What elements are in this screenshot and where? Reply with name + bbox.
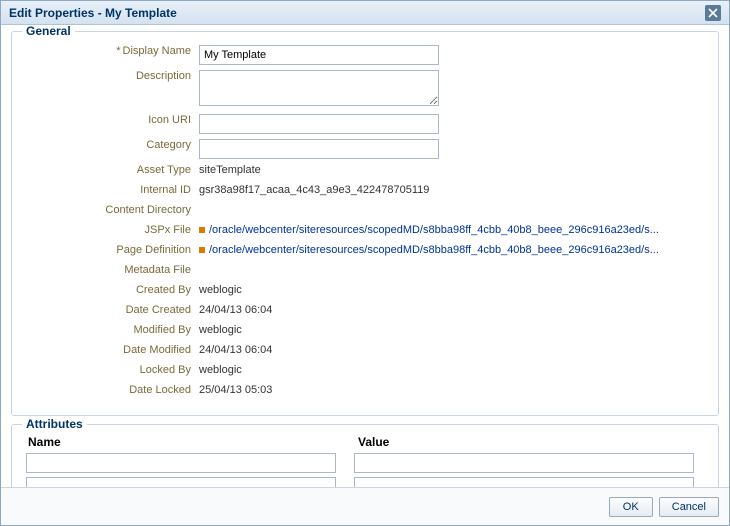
value-date-created: 24/04/13 06:04 [199,301,706,316]
close-icon[interactable] [705,5,721,21]
attribute-name-input[interactable] [26,453,336,473]
label-category: Category [24,136,199,151]
label-display-name: *Display Name [24,42,199,57]
label-description: Description [24,67,199,82]
value-internal-id: gsr38a98f17_acaa_4c43_a9e3_422478705119 [199,181,706,196]
general-legend: General [22,25,75,38]
label-icon-uri: Icon URI [24,111,199,126]
attributes-section: Attributes Name Value Add More [11,424,719,487]
attributes-header-name: Name [28,435,358,449]
category-input[interactable] [199,139,439,159]
value-locked-by: weblogic [199,361,706,376]
label-modified-by: Modified By [24,321,199,336]
display-name-input[interactable] [199,45,439,65]
label-jspx-file: JSPx File [24,221,199,236]
ok-button[interactable]: OK [609,497,653,517]
dialog-body: General *Display Name Description Icon U… [1,25,729,487]
row-locked-by: Locked By weblogic [24,361,706,379]
row-metadata-file: Metadata File [24,261,706,279]
cancel-button[interactable]: Cancel [659,497,719,517]
row-date-created: Date Created 24/04/13 06:04 [24,301,706,319]
attributes-legend: Attributes [22,417,87,431]
dialog-button-bar: OK Cancel [1,487,729,525]
attribute-value-input[interactable] [354,453,694,473]
icon-uri-input[interactable] [199,114,439,134]
label-content-directory: Content Directory [24,201,199,216]
page-definition-link[interactable]: /oracle/webcenter/siteresources/scopedMD… [209,244,659,256]
attributes-header-row: Name Value [24,435,706,449]
link-icon [199,227,205,233]
value-created-by: weblogic [199,281,706,296]
row-description: Description [24,67,706,109]
row-category: Category [24,136,706,159]
row-date-locked: Date Locked 25/04/13 05:03 [24,381,706,399]
row-display-name: *Display Name [24,42,706,65]
row-internal-id: Internal ID gsr38a98f17_acaa_4c43_a9e3_4… [24,181,706,199]
label-date-created: Date Created [24,301,199,316]
label-locked-by: Locked By [24,361,199,376]
value-date-locked: 25/04/13 05:03 [199,381,706,396]
row-created-by: Created By weblogic [24,281,706,299]
dialog-titlebar: Edit Properties - My Template [1,1,729,25]
description-input[interactable] [199,70,439,106]
attribute-row [24,477,706,487]
row-modified-by: Modified By weblogic [24,321,706,339]
label-internal-id: Internal ID [24,181,199,196]
label-page-definition: Page Definition [24,241,199,256]
jspx-file-link[interactable]: /oracle/webcenter/siteresources/scopedMD… [209,224,659,236]
link-icon [199,247,205,253]
value-date-modified: 24/04/13 06:04 [199,341,706,356]
general-section: General *Display Name Description Icon U… [11,31,719,416]
row-date-modified: Date Modified 24/04/13 06:04 [24,341,706,359]
label-created-by: Created By [24,281,199,296]
dialog-title: Edit Properties - My Template [9,6,177,20]
attribute-value-input[interactable] [354,477,694,487]
label-metadata-file: Metadata File [24,261,199,276]
value-content-directory [199,201,706,204]
row-jspx-file: JSPx File /oracle/webcenter/siteresource… [24,221,706,239]
label-date-locked: Date Locked [24,381,199,396]
label-asset-type: Asset Type [24,161,199,176]
row-icon-uri: Icon URI [24,111,706,134]
row-asset-type: Asset Type siteTemplate [24,161,706,179]
attribute-name-input[interactable] [26,477,336,487]
value-asset-type: siteTemplate [199,161,706,176]
row-content-directory: Content Directory [24,201,706,219]
attributes-header-value: Value [358,435,702,449]
row-page-definition: Page Definition /oracle/webcenter/sitere… [24,241,706,259]
value-metadata-file [199,261,706,264]
attribute-row [24,453,706,473]
label-date-modified: Date Modified [24,341,199,356]
value-modified-by: weblogic [199,321,706,336]
